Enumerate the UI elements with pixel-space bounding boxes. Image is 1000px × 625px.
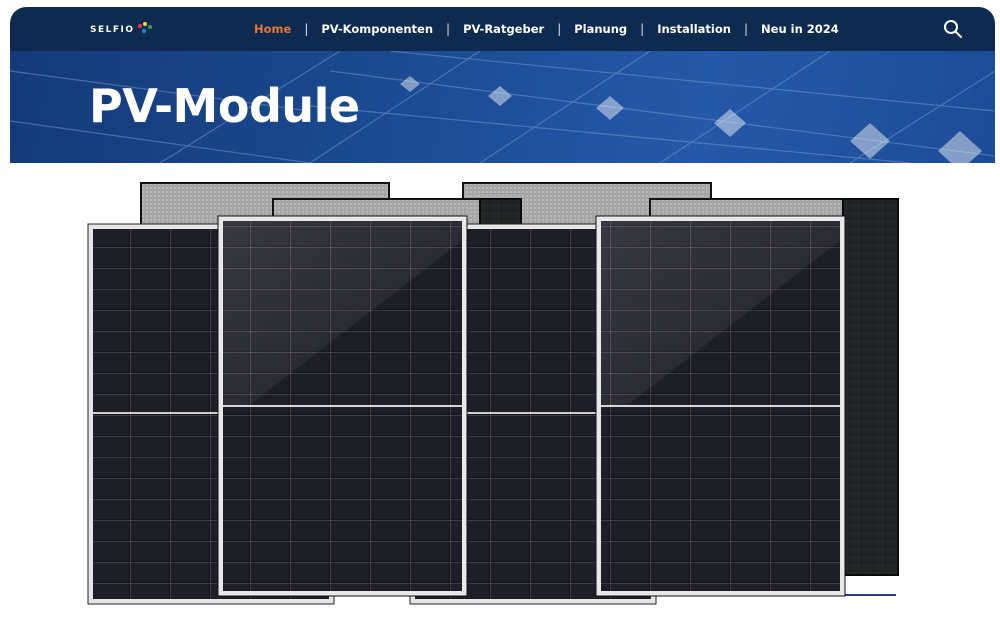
nav-separator: | [640, 22, 645, 36]
logo-dots-icon [137, 22, 154, 38]
nav-separator: | [557, 22, 562, 36]
nav-installation[interactable]: Installation [657, 22, 731, 36]
page-title: PV-Module [89, 79, 360, 133]
page-frame: SELFIO Home | PV-Komponenten | PV-Ratgeb… [10, 7, 995, 625]
nav-planung[interactable]: Planung [574, 22, 627, 36]
top-navigation: SELFIO Home | PV-Komponenten | PV-Ratgeb… [10, 7, 995, 51]
nav-separator: | [304, 22, 309, 36]
nav-separator: | [743, 22, 749, 36]
solar-panel-icon [87, 182, 899, 605]
nav-pv-ratgeber[interactable]: PV-Ratgeber [463, 22, 544, 36]
search-icon[interactable] [943, 19, 963, 39]
hero-banner: PV-Module [10, 51, 995, 163]
logo-text: SELFIO [90, 25, 135, 35]
main-menu: Home | PV-Komponenten | PV-Ratgeber | Pl… [254, 7, 839, 51]
nav-home[interactable]: Home [254, 22, 291, 36]
nav-pv-komponenten[interactable]: PV-Komponenten [321, 22, 433, 36]
nav-neu-in-2024[interactable]: Neu in 2024 [761, 22, 839, 36]
selfio-logo[interactable]: SELFIO [90, 21, 154, 39]
nav-separator: | [446, 22, 451, 36]
